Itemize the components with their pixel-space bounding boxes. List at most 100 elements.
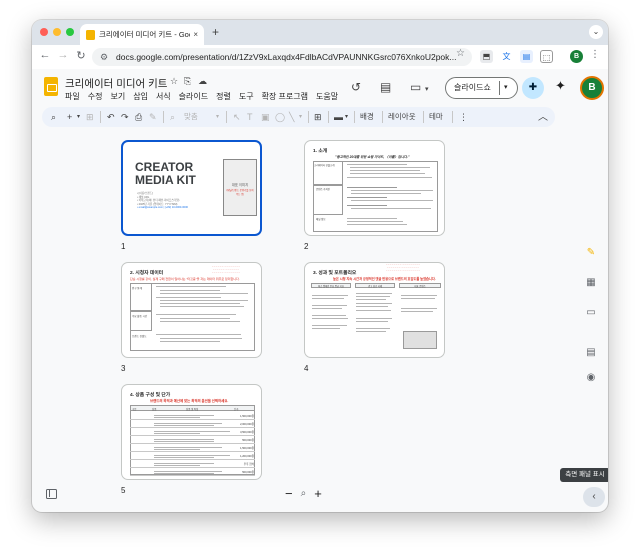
- minimize-window-button[interactable]: [53, 28, 61, 36]
- zoom-dropdown-icon[interactable]: ▾: [216, 110, 219, 124]
- extension-icon[interactable]: ⬒: [480, 50, 493, 63]
- gemini-sparkle-icon[interactable]: ✦: [555, 78, 566, 94]
- history-icon[interactable]: ↺: [351, 80, 361, 94]
- text-line: [154, 441, 214, 443]
- slide1-image-placeholder: 대표 이미지 (채널/브랜드 분위기를 보여주는 컷): [223, 159, 257, 216]
- layout-button[interactable]: 레이아웃: [388, 110, 416, 124]
- account-avatar[interactable]: B: [580, 76, 604, 100]
- shape-icon[interactable]: ◯: [275, 110, 285, 124]
- zoom-in-icon[interactable]: +: [314, 485, 322, 503]
- reload-icon[interactable]: ↻: [74, 49, 88, 62]
- text-line: [401, 298, 435, 300]
- line-icon[interactable]: ╲: [289, 110, 294, 124]
- browser-tab[interactable]: 크리에이터 미디어 키트 - Google 프레젠테이션 ×: [80, 24, 204, 45]
- image-icon[interactable]: ▣: [261, 110, 270, 124]
- translate-extension-icon[interactable]: 文: [500, 50, 513, 63]
- collapse-toolbar-chevron-icon[interactable]: ︿: [538, 108, 548, 123]
- text-line: [347, 205, 387, 207]
- maps-pin-icon[interactable]: ◉: [583, 370, 599, 386]
- slide-thumbnail-5[interactable]: 4. 상품 구성 및 단가 브랜드의 목적과 예산에 맞는 최적의 옵션을 선택…: [121, 384, 262, 480]
- slideshow-dropdown-icon[interactable]: ▾: [504, 78, 508, 98]
- zoom-out-icon[interactable]: −: [285, 485, 293, 503]
- select-cursor-icon[interactable]: ↖: [233, 110, 241, 124]
- slide-thumbnail-2[interactable]: 1. 소개 "광고적인 20대를 위한 쇼핑 가이드, 〈이름〉입니다." 크리…: [304, 140, 445, 236]
- menu-tools[interactable]: 도구: [239, 91, 254, 102]
- bookmark-star-icon[interactable]: ☆: [456, 48, 465, 59]
- slides-logo-icon[interactable]: [44, 77, 58, 96]
- new-slide-dropdown-icon[interactable]: ▾: [77, 110, 80, 124]
- docs-extension-icon[interactable]: ▤: [520, 50, 533, 63]
- share-button[interactable]: ✚: [522, 77, 544, 99]
- background-button[interactable]: 배경: [360, 110, 374, 124]
- text-line: [401, 311, 433, 313]
- browser-menu-icon[interactable]: ⋮: [590, 49, 600, 60]
- close-window-button[interactable]: [40, 28, 48, 36]
- extensions-puzzle-icon[interactable]: ⬚: [540, 50, 553, 63]
- keep-icon[interactable]: ✎: [583, 245, 599, 261]
- document-title[interactable]: 크리에이터 미디어 키트: [65, 76, 167, 91]
- line-weight-icon[interactable]: ▬: [334, 110, 343, 124]
- drive-folder-icon[interactable]: ▭: [583, 305, 599, 321]
- slide4-image-placeholder: [403, 331, 437, 349]
- menu-edit[interactable]: 수정: [88, 91, 103, 102]
- layout-icon[interactable]: ⊞: [86, 110, 94, 124]
- filmstrip-view-icon[interactable]: [46, 489, 57, 499]
- star-icon[interactable]: ☆: [170, 76, 178, 87]
- move-folder-icon[interactable]: ⎘: [184, 76, 191, 87]
- redo-icon[interactable]: ↷: [121, 110, 129, 124]
- calendar-icon[interactable]: ▦: [583, 275, 599, 291]
- slide1-image-label: 대표 이미지: [231, 183, 249, 187]
- text-line: [356, 296, 390, 298]
- text-line: [154, 425, 214, 427]
- tasks-icon[interactable]: ▤: [583, 345, 599, 361]
- meet-camera-icon[interactable]: ▭: [410, 80, 421, 94]
- theme-button[interactable]: 테마: [429, 110, 443, 124]
- menu-view[interactable]: 보기: [110, 91, 125, 102]
- text-line: [312, 298, 344, 300]
- print-icon[interactable]: ⎙: [135, 110, 142, 124]
- comment-add-icon[interactable]: ⊞: [314, 110, 322, 124]
- line-weight-dropdown-icon[interactable]: ▾: [345, 110, 348, 124]
- show-side-panel-chevron-icon[interactable]: ‹: [583, 487, 605, 507]
- new-slide-icon[interactable]: +: [67, 110, 72, 124]
- close-tab-icon[interactable]: ×: [193, 30, 198, 39]
- slideshow-button[interactable]: 슬라이드쇼 ▾: [445, 77, 518, 99]
- slide-thumbnail-1[interactable]: CREATOR MEDIA KIT • [이름/브랜드] • 채널 URL • …: [121, 140, 262, 236]
- back-arrow-icon[interactable]: ←: [38, 49, 52, 61]
- slide5-price: 1,500,000원: [240, 447, 254, 450]
- search-menus-icon[interactable]: ⌕: [51, 110, 56, 124]
- menu-slide[interactable]: 슬라이드: [179, 91, 208, 102]
- tab-search-chevron-icon[interactable]: ⌄: [589, 25, 603, 39]
- menu-extensions[interactable]: 확장 프로그램: [262, 91, 308, 102]
- more-options-icon[interactable]: ⋮: [459, 110, 468, 124]
- comments-icon[interactable]: ▤: [380, 80, 391, 94]
- menu-file[interactable]: 파일: [65, 91, 80, 102]
- slide-thumbnail-3[interactable]: 2. 시청자 데이터 · · · · · · · · · · · · · · · …: [121, 262, 262, 358]
- text-line: [312, 295, 348, 297]
- menu-insert[interactable]: 삽입: [133, 91, 148, 102]
- slide5-price: 1,500,000원: [240, 415, 254, 418]
- new-tab-button[interactable]: +: [212, 25, 219, 39]
- maximize-window-button[interactable]: [66, 28, 74, 36]
- text-box-icon[interactable]: T: [247, 110, 253, 124]
- text-line: [154, 422, 222, 424]
- forward-arrow-icon[interactable]: →: [56, 49, 70, 61]
- magnifier-icon: ⌕: [300, 488, 307, 499]
- slide5-price: 2,000,000원: [240, 423, 254, 426]
- slide5-col-label: 상품: [152, 407, 157, 411]
- cloud-status-icon[interactable]: ☁: [198, 76, 207, 87]
- slide-thumbnail-4[interactable]: 3. 성과 및 포트폴리오 · · · · · · · · · · · · · …: [304, 262, 445, 358]
- paint-format-icon[interactable]: ✎: [149, 110, 157, 124]
- menu-arrange[interactable]: 정렬: [216, 91, 231, 102]
- menu-format[interactable]: 서식: [156, 91, 171, 102]
- zoom-icon[interactable]: ⌕: [170, 110, 175, 124]
- undo-icon[interactable]: ↶: [107, 110, 115, 124]
- zoom-value[interactable]: 맞춤: [184, 110, 198, 124]
- meet-dropdown-icon[interactable]: ▾: [425, 85, 429, 93]
- slide4-note: · · · · · · · · · · · · · · · · · · · · ·…: [386, 263, 420, 274]
- menu-help[interactable]: 도움말: [316, 91, 338, 102]
- url-field[interactable]: ⚙ docs.google.com/presentation/d/1ZzV9xL…: [92, 48, 472, 66]
- site-info-icon[interactable]: ⚙: [100, 48, 108, 66]
- browser-profile-avatar[interactable]: B: [570, 50, 583, 63]
- line-dropdown-icon[interactable]: ▾: [299, 110, 302, 124]
